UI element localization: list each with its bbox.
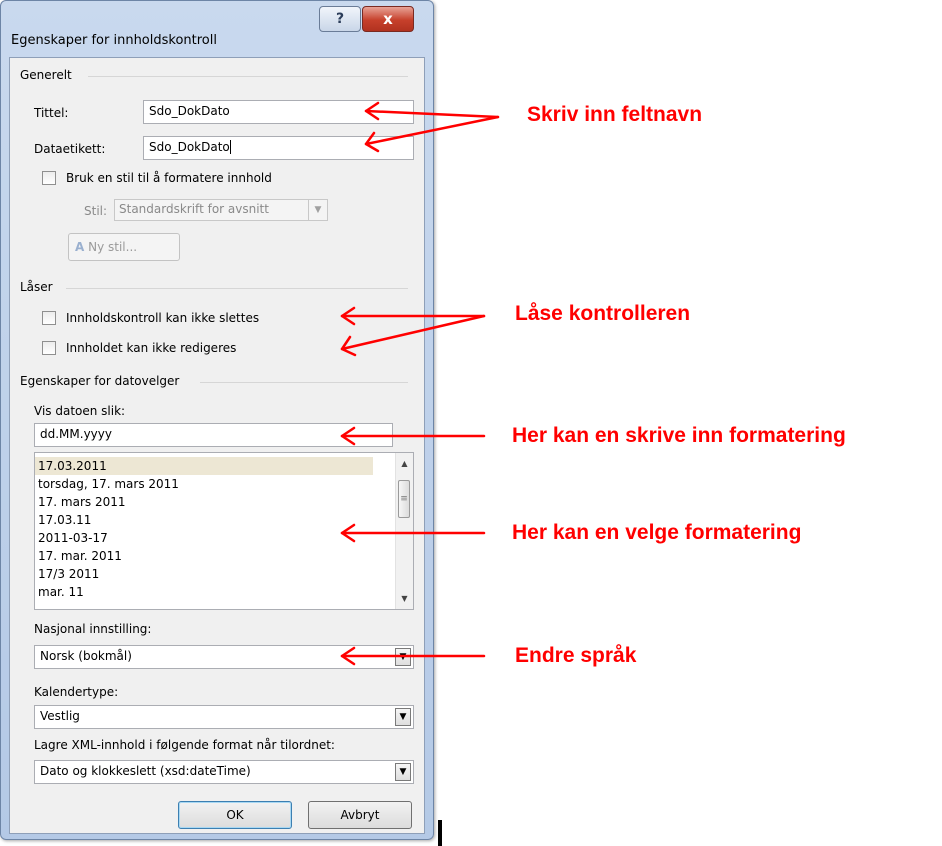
arrow-to-tag [364,115,500,146]
annotation-choose-format: Her kan en velge formatering [512,521,802,544]
annotation-arrows [340,101,500,666]
annotation-type-format: Her kan en skrive inn formatering [512,424,846,447]
annotation-language: Endre språk [515,644,637,667]
annotation-field-name: Skriv inn feltnavn [527,103,703,126]
annotation-lock: Låse kontrolleren [515,302,691,325]
arrow-to-cannot-edit [340,314,486,351]
arrow-to-title [364,109,500,119]
